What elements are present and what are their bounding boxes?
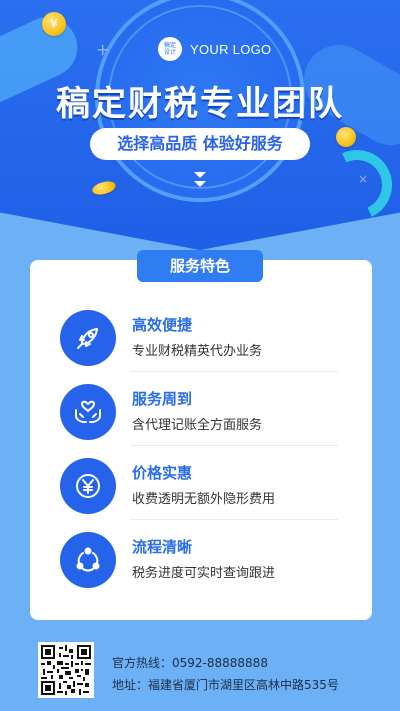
divider: [130, 371, 338, 372]
section-label: 服务特色: [137, 250, 263, 282]
divider: [130, 519, 338, 520]
item-title: 价格实惠: [132, 464, 193, 482]
poster: ¥ + + × 稿定 设计 YOUR LOGO 稿定财税专业团队 选择高品质 体验…: [0, 0, 400, 711]
page-title: 稿定财税专业团队: [56, 84, 344, 124]
decor-arc: [312, 140, 400, 230]
yen-icon: [60, 458, 116, 514]
rocket-icon: [60, 310, 116, 366]
chevron-down-icon: [192, 172, 208, 190]
list-item: 服务周到 含代理记账全方面服务: [60, 384, 340, 444]
subtitle-pill: 选择高品质 体验好服务: [90, 128, 310, 160]
item-title: 服务周到: [132, 390, 193, 408]
coin-icon: [336, 127, 356, 147]
item-desc: 专业财税精英代办业务: [132, 344, 263, 359]
heart-hands-icon: [60, 384, 116, 440]
item-desc: 含代理记账全方面服务: [132, 418, 263, 433]
cycle-icon: [60, 532, 116, 588]
coin-icon: ¥: [42, 12, 66, 36]
logo-text: YOUR LOGO: [190, 41, 272, 57]
divider: [130, 445, 338, 446]
qr-code: [38, 642, 94, 698]
list-item: 高效便捷 专业财税精英代办业务: [60, 310, 340, 370]
list-item: 流程清晰 税务进度可实时查询跟进: [60, 532, 340, 592]
item-title: 高效便捷: [132, 316, 193, 334]
hotline-text: 官方热线：0592-88888888: [112, 656, 268, 670]
address-text: 地址：福建省厦门市湖里区高林中路535号: [112, 678, 339, 692]
item-desc: 税务进度可实时查询跟进: [132, 566, 276, 581]
list-item: 价格实惠 收费透明无额外隐形费用: [60, 458, 340, 518]
coin-icon: [90, 179, 118, 197]
item-title: 流程清晰: [132, 538, 193, 556]
plus-icon: ×: [358, 172, 369, 186]
logo: 稿定 设计 YOUR LOGO: [158, 37, 271, 61]
logo-badge: 稿定 设计: [158, 37, 182, 61]
plus-icon: +: [96, 40, 110, 59]
item-desc: 收费透明无额外隐形费用: [132, 492, 276, 507]
